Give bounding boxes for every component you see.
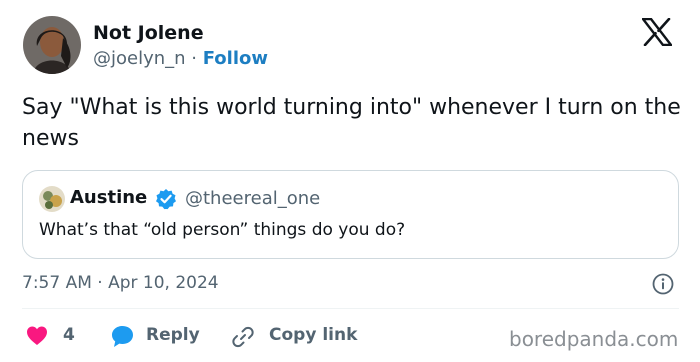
quoted-avatar[interactable] [39,186,65,212]
link-icon[interactable] [231,325,255,349]
quoted-handle[interactable]: @theereal_one [185,188,320,209]
like-count: 4 [63,325,75,345]
verified-badge-icon [155,188,177,210]
divider [22,308,679,309]
x-logo-icon[interactable] [641,17,673,47]
reply-button[interactable]: Reply [146,325,200,345]
reply-icon[interactable] [110,324,135,349]
watermark: boredpanda.com [509,327,679,351]
info-icon[interactable] [652,273,674,295]
author-handle[interactable]: @joelyn_n [93,48,186,69]
handle-separator: · [185,48,203,69]
author-name[interactable]: Not Jolene [93,22,204,44]
quoted-tweet[interactable]: Austine @theereal_one What’s that “old p… [22,170,679,259]
quoted-name[interactable]: Austine [70,187,147,208]
tweet-text: Say "What is this world turning into" wh… [22,95,681,151]
copy-link-button[interactable]: Copy link [269,325,357,345]
author-avatar[interactable] [23,16,81,74]
author-handle-row: @joelyn_n · Follow [93,48,268,69]
follow-button[interactable]: Follow [203,48,268,69]
heart-icon[interactable] [26,325,48,347]
tweet-timestamp[interactable]: 7:57 AM · Apr 10, 2024 [22,273,219,293]
quoted-text: What’s that “old person” things do you d… [39,220,406,240]
